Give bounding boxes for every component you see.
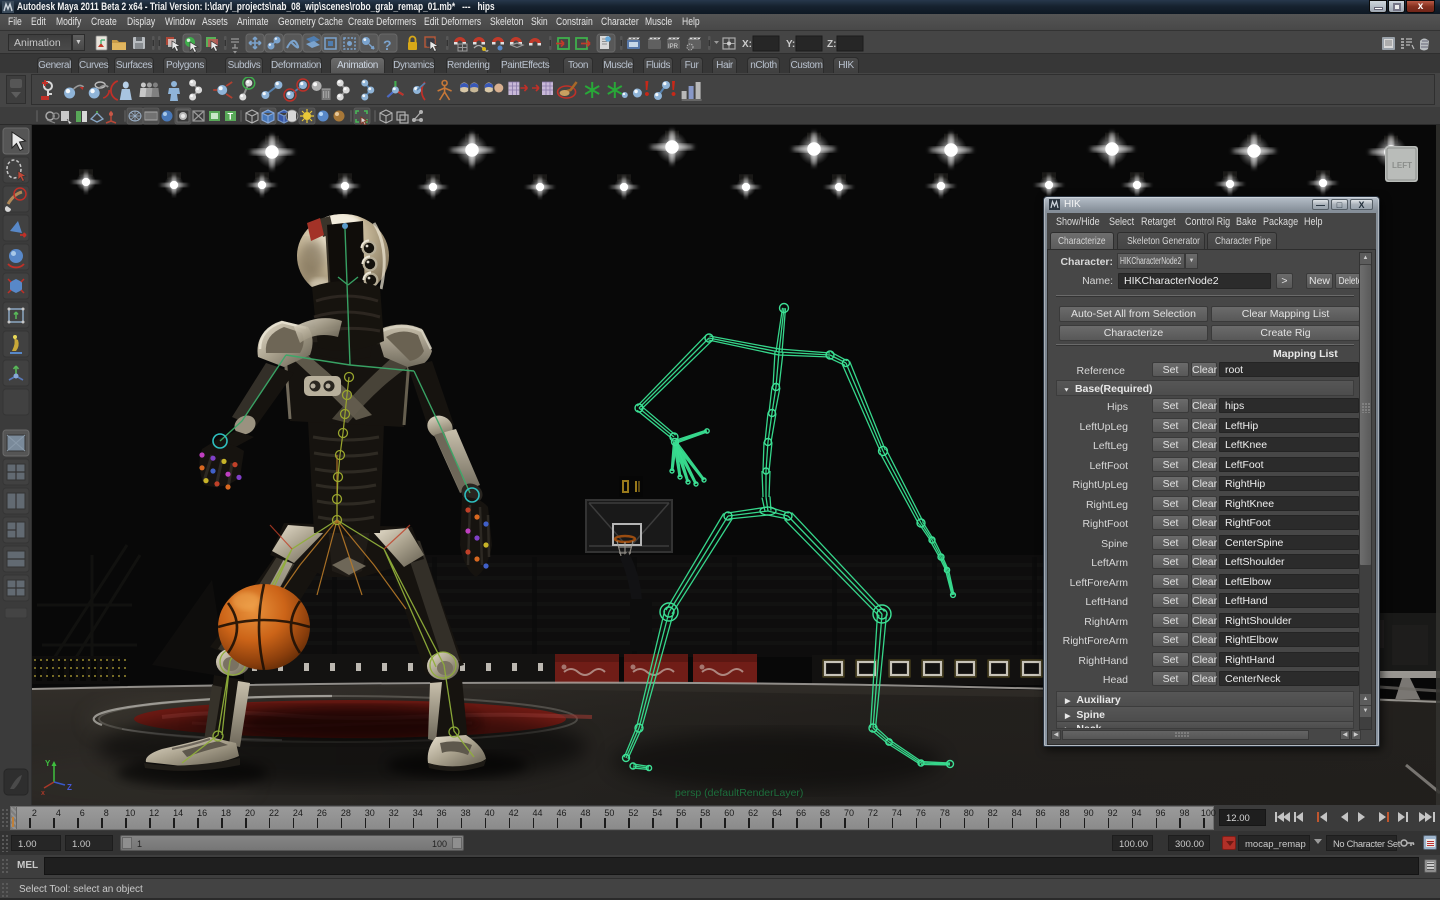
- svg-text:Z:: Z:: [827, 39, 836, 50]
- svg-text:LEFT: LEFT: [1392, 161, 1412, 170]
- svg-text:Z: Z: [67, 783, 72, 792]
- svg-text:Y: Y: [45, 759, 51, 768]
- svg-text:X:: X:: [742, 39, 752, 50]
- svg-text:?: ?: [383, 37, 392, 53]
- svg-text:x: x: [41, 790, 45, 797]
- svg-text:IPR: IPR: [668, 44, 679, 50]
- svg-text:T: T: [228, 112, 234, 122]
- svg-text:Y:: Y:: [786, 39, 795, 50]
- svg-text:persp (defaultRenderLayer): persp (defaultRenderLayer): [675, 787, 803, 799]
